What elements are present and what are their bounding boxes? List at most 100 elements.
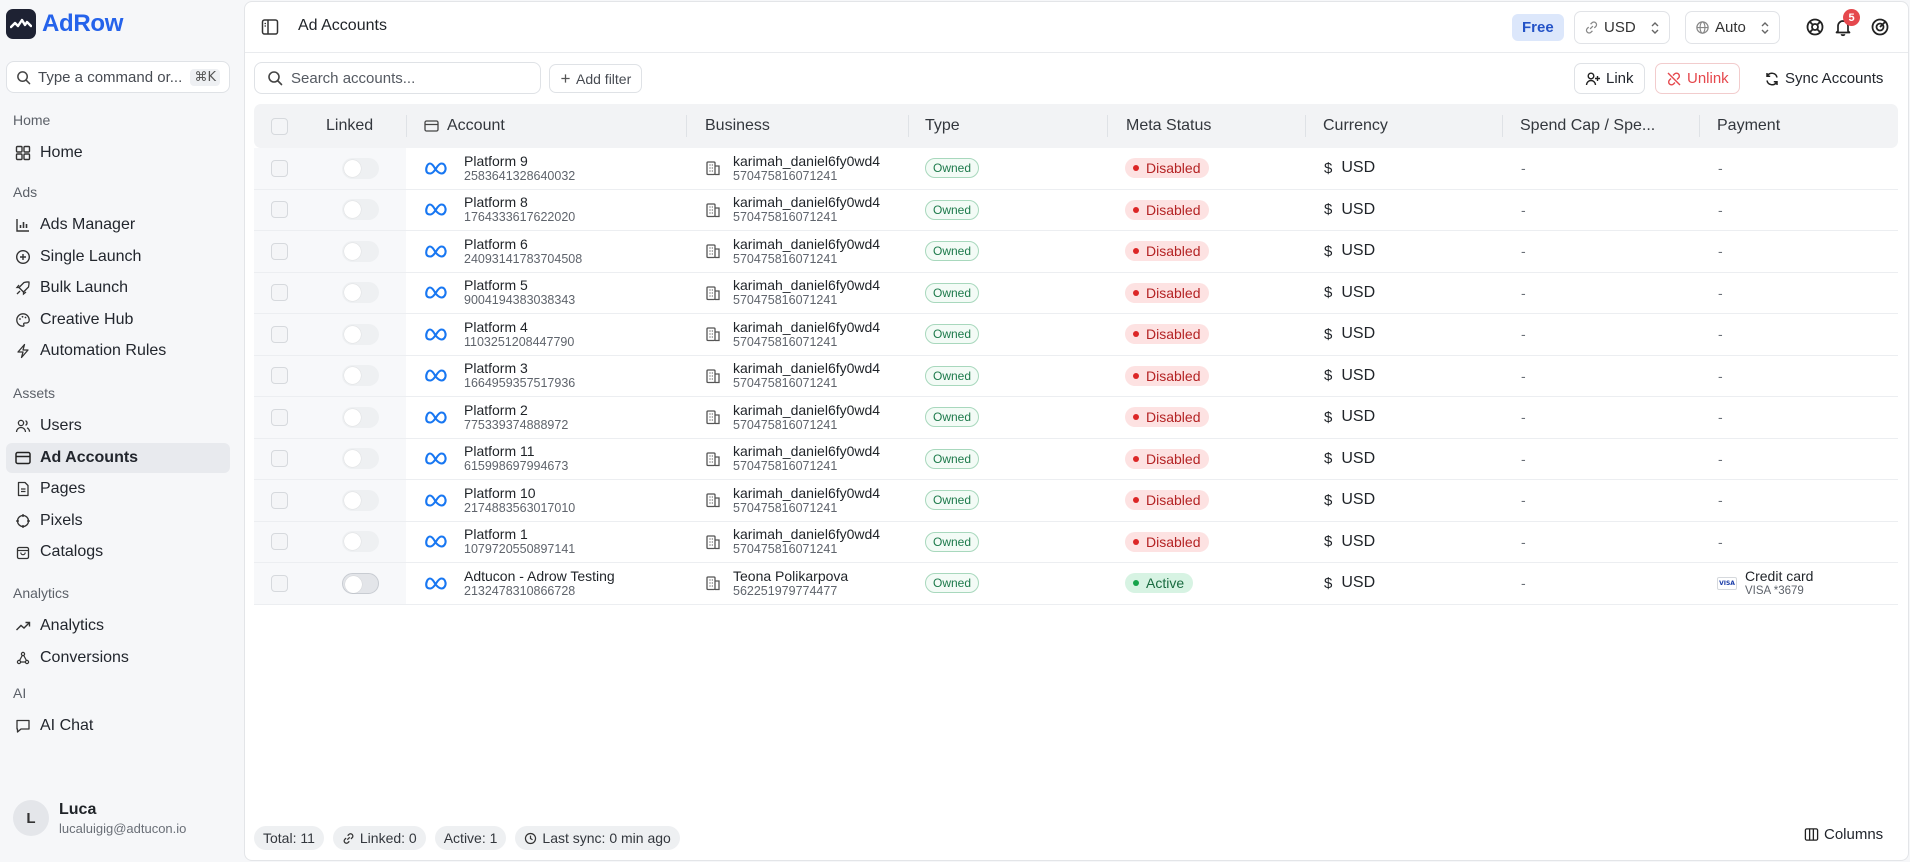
linked-toggle[interactable] (342, 148, 379, 189)
table-row[interactable]: Platform 2 775339374888972 karimah_danie… (254, 397, 1898, 439)
linked-toggle[interactable] (342, 563, 379, 604)
table-row[interactable]: Platform 3 1664959357517936 karimah_dani… (254, 355, 1898, 397)
table-row[interactable]: Platform 10 2174883563017010 karimah_dan… (254, 480, 1898, 522)
sidebar-group-title: AI (13, 685, 27, 701)
account-cell[interactable]: Platform 3 1664959357517936 (464, 356, 575, 397)
account-cell[interactable]: Platform 1 1079720550897141 (464, 522, 575, 563)
row-checkbox[interactable] (271, 231, 288, 272)
column-header-account[interactable]: Account (424, 104, 505, 148)
row-checkbox[interactable] (271, 190, 288, 231)
status-badge: Disabled (1125, 199, 1210, 220)
sidebar-item-ads-manager[interactable]: Ads Manager (6, 210, 230, 240)
search-input[interactable] (291, 69, 511, 87)
account-cell[interactable]: Platform 10 2174883563017010 (464, 480, 575, 521)
column-header-spend-cap[interactable]: Spend Cap / Spe... (1520, 104, 1655, 148)
payment-value: - (1718, 450, 1723, 467)
sidebar-item-pixels[interactable]: Pixels (6, 506, 230, 536)
account-cell[interactable]: Platform 4 1103251208447790 (464, 314, 574, 355)
theme-select[interactable]: Auto (1685, 11, 1780, 44)
columns-button[interactable]: Columns (1804, 826, 1883, 843)
account-cell[interactable]: Platform 2 775339374888972 (464, 397, 568, 438)
row-checkbox[interactable] (271, 563, 288, 604)
add-filter-button[interactable]: Add filter (549, 64, 643, 93)
table-row[interactable]: Platform 8 1764333617622020 karimah_dani… (254, 189, 1898, 231)
layout-grid-icon (14, 144, 32, 162)
table-row[interactable]: Platform 9 2583641328640032 karimah_dani… (254, 148, 1898, 190)
visa-card-icon: VISA (1717, 576, 1737, 590)
row-checkbox[interactable] (271, 314, 288, 355)
status-dot-icon (1133, 580, 1139, 587)
row-checkbox[interactable] (271, 273, 288, 314)
select-all-checkbox[interactable] (271, 104, 288, 148)
unlink-button[interactable]: Unlink (1655, 63, 1740, 94)
linked-toggle[interactable] (342, 190, 379, 231)
link-button[interactable]: Link (1574, 63, 1645, 94)
sidebar-item-creative-hub[interactable]: Creative Hub (6, 305, 230, 335)
sidebar-item-analytics[interactable]: Analytics (6, 611, 230, 641)
column-header-linked[interactable]: Linked (326, 104, 373, 148)
linked-toggle[interactable] (342, 439, 379, 480)
table-row[interactable]: Platform 11 615998697994673 karimah_dani… (254, 438, 1898, 480)
business-id: 570475816071241 (733, 334, 838, 349)
row-checkbox[interactable] (271, 148, 288, 189)
status-badge: Disabled (1125, 407, 1210, 428)
account-cell[interactable]: Platform 8 1764333617622020 (464, 190, 575, 231)
sidebar-item-users[interactable]: Users (6, 411, 230, 441)
sidebar-item-pages[interactable]: Pages (6, 474, 230, 504)
table-body: Platform 9 2583641328640032 karimah_dani… (254, 148, 1898, 605)
table-row[interactable]: Adtucon - Adrow Testing 2132478310866728… (254, 563, 1898, 605)
table-row[interactable]: Platform 6 24093141783704508 karimah_dan… (254, 231, 1898, 273)
column-header-payment[interactable]: Payment (1717, 104, 1780, 148)
table-row[interactable]: Platform 1 1079720550897141 karimah_dani… (254, 521, 1898, 563)
account-search[interactable] (254, 62, 541, 94)
command-input[interactable]: Type a command or... ⌘K (6, 61, 230, 93)
sidebar-item-ai-chat[interactable]: AI Chat (6, 711, 230, 741)
linked-toggle[interactable] (342, 480, 379, 521)
business-id: 570475816071241 (733, 417, 838, 432)
table-row[interactable]: Platform 5 9004194383038343 karimah_dani… (254, 272, 1898, 314)
currency-select[interactable]: USD (1574, 11, 1670, 44)
column-header-meta-status[interactable]: Meta Status (1126, 104, 1211, 148)
help-lifebuoy-icon[interactable] (1805, 17, 1825, 37)
business-id: 570475816071241 (733, 542, 838, 557)
brand[interactable]: AdRow (6, 9, 123, 39)
user-profile[interactable]: L Luca lucaluigig@adtucon.io (13, 800, 186, 836)
sidebar-item-bulk-launch[interactable]: Bulk Launch (6, 273, 230, 303)
sidebar-item-single-launch[interactable]: Single Launch (6, 242, 230, 272)
sidebar-item-catalogs[interactable]: Catalogs (6, 537, 230, 567)
linked-toggle[interactable] (342, 397, 379, 438)
account-cell[interactable]: Platform 9 2583641328640032 (464, 148, 575, 189)
plan-badge[interactable]: Free (1512, 14, 1564, 41)
table-row[interactable]: Platform 4 1103251208447790 karimah_dani… (254, 314, 1898, 356)
row-checkbox[interactable] (271, 522, 288, 563)
sidebar-item-label: Ad Accounts (40, 448, 139, 466)
row-checkbox[interactable] (271, 480, 288, 521)
column-header-type[interactable]: Type (925, 104, 960, 148)
linked-toggle[interactable] (342, 314, 379, 355)
linked-toggle[interactable] (342, 231, 379, 272)
status-badge: Disabled (1125, 282, 1210, 303)
linked-toggle[interactable] (342, 356, 379, 397)
column-header-business[interactable]: Business (705, 104, 770, 148)
sidebar-item-conversions[interactable]: Conversions (6, 643, 230, 673)
sidebar-item-home[interactable]: Home (6, 138, 230, 168)
row-checkbox[interactable] (271, 397, 288, 438)
row-checkbox[interactable] (271, 439, 288, 480)
dollar-icon: $ (1324, 533, 1333, 551)
sidebar-item-ad-accounts[interactable]: Ad Accounts (6, 442, 230, 473)
account-cell[interactable]: Platform 11 615998697994673 (464, 439, 568, 480)
account-cell[interactable]: Platform 5 9004194383038343 (464, 273, 575, 314)
account-cell[interactable]: Adtucon - Adrow Testing 2132478310866728 (464, 563, 615, 604)
sidebar-item-label: Automation Rules (40, 342, 167, 360)
column-header-currency[interactable]: Currency (1323, 104, 1388, 148)
linked-toggle[interactable] (342, 273, 379, 314)
row-checkbox[interactable] (271, 356, 288, 397)
sync-accounts-button[interactable]: Sync Accounts (1753, 63, 1895, 94)
sidebar-toggle-icon[interactable] (260, 17, 280, 37)
target-settings-icon[interactable] (1870, 17, 1890, 37)
sidebar-item-automation-rules[interactable]: Automation Rules (6, 336, 230, 366)
spend-cap-value: - (1521, 201, 1526, 218)
account-cell[interactable]: Platform 6 24093141783704508 (464, 231, 582, 272)
linked-toggle[interactable] (342, 522, 379, 563)
payment-cell: VISA Credit card VISA *3679 (1717, 563, 1813, 604)
